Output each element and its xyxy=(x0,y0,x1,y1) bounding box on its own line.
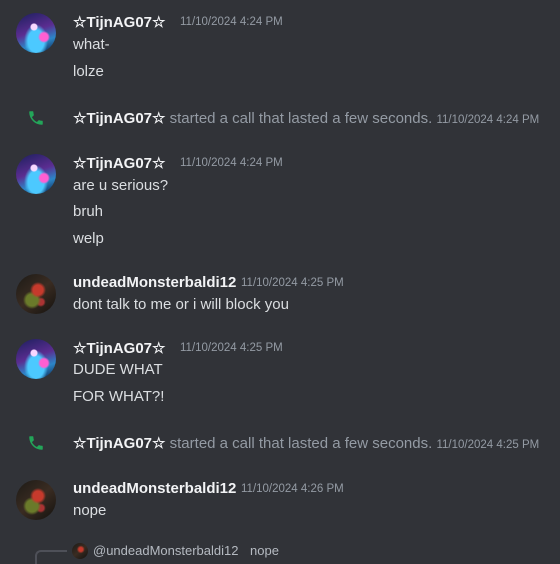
call-text: started a call that lasted a few seconds… xyxy=(169,435,433,452)
message-timestamp: 11/10/2024 4:25 PM xyxy=(180,342,283,354)
author-name[interactable]: undeadMonsterbaldi12 xyxy=(73,480,236,497)
message-text: nope xyxy=(73,502,107,519)
reply-connector xyxy=(35,550,67,564)
message-timestamp: 11/10/2024 4:26 PM xyxy=(241,483,344,495)
avatar[interactable] xyxy=(16,480,56,520)
call-system-message: ☆TijnAG07☆ started a call that lasted a … xyxy=(73,434,539,452)
call-system-message: ☆TijnAG07☆ started a call that lasted a … xyxy=(73,109,539,127)
phone-icon xyxy=(29,436,43,450)
call-text: started a call that lasted a few seconds… xyxy=(169,110,433,127)
avatar[interactable] xyxy=(16,154,56,194)
message-timestamp: 11/10/2024 4:25 PM xyxy=(241,277,344,289)
avatar[interactable] xyxy=(16,339,56,379)
reply-author[interactable]: @undeadMonsterbaldi12 xyxy=(93,543,238,558)
message-text: what- xyxy=(73,36,110,53)
message-text: dont talk to me or i will block you xyxy=(73,296,289,313)
message-text: DUDE WHAT xyxy=(73,361,163,378)
reply-text[interactable]: nope xyxy=(250,543,279,558)
avatar[interactable] xyxy=(16,274,56,314)
author-name[interactable]: ☆TijnAG07☆ xyxy=(73,435,165,452)
author-name[interactable]: undeadMonsterbaldi12 xyxy=(73,274,236,291)
message-text: welp xyxy=(73,230,104,247)
message-text: bruh xyxy=(73,203,104,220)
reply-avatar[interactable] xyxy=(72,543,88,559)
message-timestamp: 11/10/2024 4:24 PM xyxy=(436,114,540,126)
author-name[interactable]: ☆TijnAG07☆ xyxy=(73,110,165,127)
avatar[interactable] xyxy=(16,13,56,53)
author-name[interactable]: ☆TijnAG07☆ xyxy=(73,339,165,357)
author-name[interactable]: ☆TijnAG07☆ xyxy=(73,154,165,172)
author-name[interactable]: ☆TijnAG07☆ xyxy=(73,13,165,31)
message-text: FOR WHAT?! xyxy=(73,388,165,405)
phone-icon xyxy=(29,111,43,125)
message-timestamp: 11/10/2024 4:25 PM xyxy=(436,439,540,451)
message-text: are u serious? xyxy=(73,177,169,194)
message-timestamp: 11/10/2024 4:24 PM xyxy=(180,157,283,169)
message-timestamp: 11/10/2024 4:24 PM xyxy=(180,16,283,28)
message-text: lolze xyxy=(73,63,104,80)
